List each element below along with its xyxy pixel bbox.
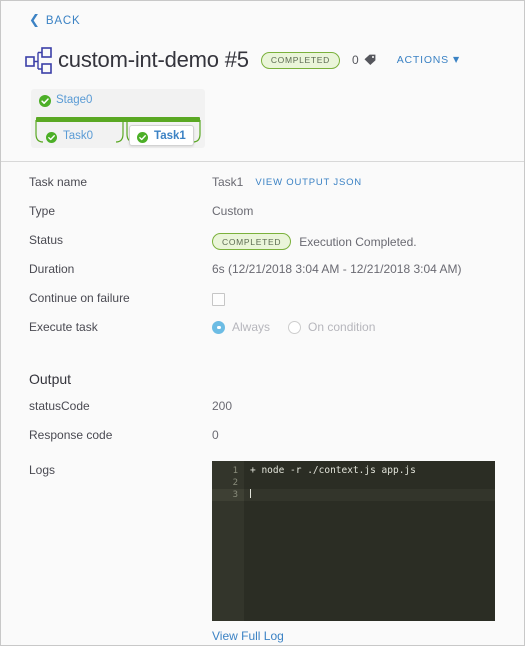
detail-row-status-code: statusCode 200 [1,397,524,426]
output-section-title: Output [29,371,72,387]
detail-label: statusCode [29,399,90,413]
task-label: Task0 [63,129,94,142]
radio-button[interactable] [212,320,225,334]
chevron-left-icon: ❮ [29,13,40,28]
detail-label: Task name [29,175,88,189]
detail-label: Execute task [29,320,98,334]
check-circle-icon [137,130,149,143]
view-full-log-link[interactable]: View Full Log [1,629,284,643]
detail-row-status: Status COMPLETED Execution Completed. [1,231,524,260]
detail-row-duration: Duration 6s (12/21/2018 3:04 AM - 12/21/… [1,260,524,289]
pipeline-execution-detail-page: ❮ BACK custom-int-demo #5 COMPLETED 0 AC… [0,0,525,646]
check-circle-icon [39,94,51,107]
detail-value [212,289,225,306]
detail-value: Always On condition [212,318,393,334]
detail-label: Continue on failure [29,291,130,305]
detail-label: Type [29,204,56,218]
actions-dropdown[interactable]: ACTIONS ▼ [397,54,460,66]
text-caret [250,489,251,498]
radio-label: On condition [308,320,376,334]
type-value: Custom [212,204,254,218]
execute-task-radio-group: Always On condition [212,320,393,334]
log-line-with-caret [244,489,495,501]
stage-card: Stage0 Task0 Task1 [31,89,205,148]
detail-label: Response code [29,428,113,442]
check-circle-icon [46,130,57,143]
view-output-json-link[interactable]: VIEW OUTPUT JSON [255,177,362,188]
task-chip-task0[interactable]: Task0 [39,125,100,146]
task-chip-task1[interactable]: Task1 [129,125,194,146]
task-name-value: Task1 [212,175,244,189]
response-code-value: 0 [212,428,219,442]
status-badge: COMPLETED [260,51,341,69]
log-line: + node -r ./context.js app.js [250,465,416,476]
detail-value: COMPLETED Execution Completed. [212,231,417,250]
stage-name-label: Stage0 [56,94,93,106]
page-title: custom-int-demo #5 [58,47,249,72]
log-line-numbers: 1 2 3 [212,461,244,621]
duration-value: 6s (12/21/2018 3:04 AM - 12/21/2018 3:04… [212,262,462,276]
task-details-panel: Task name Task1 VIEW OUTPUT JSON Type Cu… [1,173,524,645]
line-number: 1 [232,466,238,476]
detail-row-execute-task: Execute task Always On condition [1,318,524,347]
stage-progress-bar [36,117,200,122]
tag-icon [363,53,377,67]
detail-label: Logs [29,463,56,477]
back-link[interactable]: ❮ BACK [29,14,80,27]
detail-row-response-code: Response code 0 [1,426,524,455]
line-number: 2 [232,478,238,488]
detail-row-task-name: Task name Task1 VIEW OUTPUT JSON [1,173,524,202]
radio-option-always[interactable]: Always [212,320,270,334]
status-message: Execution Completed. [299,234,417,249]
chevron-down-icon: ▼ [452,55,460,64]
task-status-badge: COMPLETED [212,233,292,250]
detail-value: Task1 VIEW OUTPUT JSON [212,173,362,189]
task-label: Task1 [154,129,186,142]
stage-header[interactable]: Stage0 [31,89,205,107]
detail-label: Status [29,233,64,247]
log-console[interactable]: 1 2 3 + node -r ./context.js app.js [212,461,495,621]
page-header: custom-int-demo #5 COMPLETED 0 ACTIONS ▼ [23,45,460,75]
pipeline-hierarchy-icon [23,45,57,75]
task-list: Task0 Task1 [31,125,205,146]
detail-label: Duration [29,262,75,276]
tag-count: 0 [352,53,359,67]
radio-button[interactable] [288,320,302,334]
radio-option-on-condition[interactable]: On condition [288,320,375,334]
detail-row-type: Type Custom [1,202,524,231]
detail-row-continue-on-failure: Continue on failure [1,289,524,318]
actions-label: ACTIONS [396,54,449,66]
line-number: 3 [212,489,244,501]
continue-on-failure-checkbox[interactable] [212,293,225,306]
radio-label: Always [232,320,271,334]
detail-row-logs: Logs 1 2 3 + node -r ./context.js app.js [1,461,524,621]
log-content: + node -r ./context.js app.js [244,461,495,621]
back-link-label: BACK [45,14,81,27]
header-divider [1,161,524,162]
status-code-value: 200 [212,399,233,413]
